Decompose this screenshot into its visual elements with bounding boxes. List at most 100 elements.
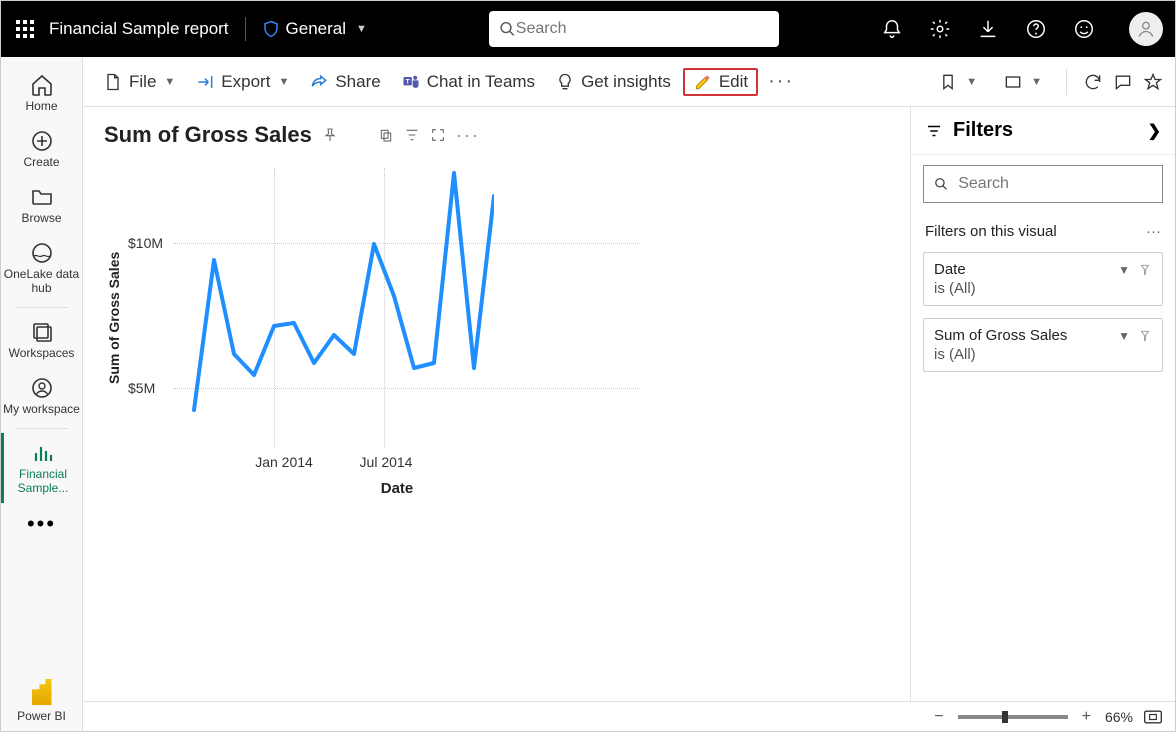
settings-icon[interactable] xyxy=(929,18,951,40)
clear-filter-icon[interactable] xyxy=(1138,263,1152,277)
svg-text:T: T xyxy=(405,78,409,85)
bookmark-dropdown[interactable]: ▼ xyxy=(930,68,985,96)
search-icon xyxy=(499,20,516,38)
view-icon xyxy=(1003,72,1023,92)
shield-icon xyxy=(262,19,280,39)
nav-myworkspace[interactable]: My workspace xyxy=(1,368,82,424)
visual-more[interactable]: ··· xyxy=(456,125,480,146)
person-icon xyxy=(1136,19,1156,39)
filter-name: Date xyxy=(934,261,966,278)
y-tick: $10M xyxy=(128,235,163,251)
clear-filter-icon[interactable] xyxy=(1138,329,1152,343)
favorite-icon[interactable] xyxy=(1143,72,1163,92)
chevron-down-icon: ▼ xyxy=(278,76,289,88)
zoom-slider[interactable] xyxy=(958,715,1068,719)
line-series xyxy=(174,168,494,438)
nav-onelake[interactable]: OneLake data hub xyxy=(1,233,82,303)
nav-browse[interactable]: Browse xyxy=(1,177,82,233)
fit-page-icon[interactable] xyxy=(1143,709,1163,725)
status-bar: − + 66% xyxy=(83,701,1175,731)
zoom-thumb[interactable] xyxy=(1002,711,1008,723)
line-chart-visual[interactable]: Sum of Gross Sales ··· Sum of Gross Sale… xyxy=(97,115,657,515)
chevron-down-icon: ▼ xyxy=(164,76,175,88)
app-launcher-icon[interactable] xyxy=(13,17,37,41)
folder-icon xyxy=(30,185,54,209)
nav-active-report-label: Financial Sample... xyxy=(6,467,80,495)
main-area: File ▼ Export ▼ Share T Chat in Teams Ge… xyxy=(83,57,1175,731)
comment-icon[interactable] xyxy=(1113,72,1133,92)
zoom-level: 66% xyxy=(1105,709,1133,725)
chevron-down-icon: ▼ xyxy=(1031,76,1042,88)
filter-card-grosssales[interactable]: Sum of Gross Sales ▼ is (All) xyxy=(923,318,1163,372)
global-search[interactable] xyxy=(489,11,779,47)
chat-teams-button[interactable]: T Chat in Teams xyxy=(393,68,543,96)
filter-value: is (All) xyxy=(934,346,1152,363)
filters-search-input[interactable] xyxy=(958,175,1152,193)
share-label: Share xyxy=(335,72,380,92)
nav-home-label: Home xyxy=(25,99,57,113)
nav-workspaces[interactable]: Workspaces xyxy=(1,312,82,368)
plot-area: $10M $5M Jan 2014 Jul 2014 xyxy=(124,158,650,478)
search-icon xyxy=(934,176,948,192)
insights-button[interactable]: Get insights xyxy=(547,68,679,96)
export-menu[interactable]: Export ▼ xyxy=(187,68,297,96)
separator xyxy=(245,17,246,41)
workspaces-icon xyxy=(30,320,54,344)
view-dropdown[interactable]: ▼ xyxy=(995,68,1050,96)
chart-area: Sum of Gross Sales $10M $5M Jan 2014 Jul… xyxy=(104,158,650,478)
insights-label: Get insights xyxy=(581,72,671,92)
edit-label: Edit xyxy=(719,72,748,92)
report-canvas[interactable]: Sum of Gross Sales ··· Sum of Gross Sale… xyxy=(83,107,910,701)
filters-title: Filters xyxy=(953,119,1013,142)
bar-chart-icon xyxy=(31,441,55,465)
filters-pane: Filters ❯ Filters on this visual ··· Dat… xyxy=(910,107,1175,701)
sensitivity-dropdown[interactable]: General ▼ xyxy=(262,19,367,39)
report-toolbar: File ▼ Export ▼ Share T Chat in Teams Ge… xyxy=(83,57,1175,107)
chevron-down-icon: ▼ xyxy=(966,76,977,88)
nav-workspaces-label: Workspaces xyxy=(9,346,75,360)
section-more[interactable]: ··· xyxy=(1146,223,1161,240)
separator xyxy=(1066,69,1067,95)
file-icon xyxy=(103,72,123,92)
refresh-icon[interactable] xyxy=(1083,72,1103,92)
lightbulb-icon xyxy=(555,72,575,92)
filters-header: Filters ❯ xyxy=(911,107,1175,155)
x-tick: Jan 2014 xyxy=(255,454,313,470)
filters-search[interactable] xyxy=(923,165,1163,203)
left-nav: Home Create Browse OneLake data hub Work… xyxy=(1,57,83,731)
pin-icon[interactable] xyxy=(322,127,338,143)
search-input[interactable] xyxy=(516,20,769,38)
zoom-out-button[interactable]: − xyxy=(930,708,947,726)
chevron-down-icon[interactable]: ▼ xyxy=(1118,263,1130,277)
y-axis-label: Sum of Gross Sales xyxy=(104,158,124,478)
focus-icon[interactable] xyxy=(430,127,446,143)
account-avatar[interactable] xyxy=(1129,12,1163,46)
nav-more[interactable]: ••• xyxy=(19,503,64,545)
top-bar: Financial Sample report General ▼ xyxy=(1,1,1175,57)
help-icon[interactable] xyxy=(1025,18,1047,40)
x-tick: Jul 2014 xyxy=(360,454,413,470)
pencil-icon xyxy=(693,72,713,92)
share-button[interactable]: Share xyxy=(301,68,388,96)
collapse-pane-icon[interactable]: ❯ xyxy=(1148,121,1161,141)
export-label: Export xyxy=(221,72,270,92)
nav-create-label: Create xyxy=(23,155,59,169)
nav-home[interactable]: Home xyxy=(1,65,82,121)
file-menu[interactable]: File ▼ xyxy=(95,68,183,96)
nav-active-report[interactable]: Financial Sample... xyxy=(1,433,82,503)
edit-button[interactable]: Edit xyxy=(683,68,758,96)
toolbar-more[interactable]: ··· xyxy=(762,70,800,93)
notifications-icon[interactable] xyxy=(881,18,903,40)
teams-icon: T xyxy=(401,72,421,92)
download-icon[interactable] xyxy=(977,18,999,40)
filter-card-date[interactable]: Date ▼ is (All) xyxy=(923,252,1163,306)
filter-icon[interactable] xyxy=(404,127,420,143)
feedback-icon[interactable] xyxy=(1073,18,1095,40)
nav-powerbi[interactable]: Power BI xyxy=(1,671,82,731)
nav-create[interactable]: Create xyxy=(1,121,82,177)
copy-icon[interactable] xyxy=(378,127,394,143)
filter-name: Sum of Gross Sales xyxy=(934,327,1067,344)
chevron-down-icon[interactable]: ▼ xyxy=(1118,329,1130,343)
powerbi-logo-icon xyxy=(32,679,52,705)
zoom-in-button[interactable]: + xyxy=(1078,708,1095,726)
